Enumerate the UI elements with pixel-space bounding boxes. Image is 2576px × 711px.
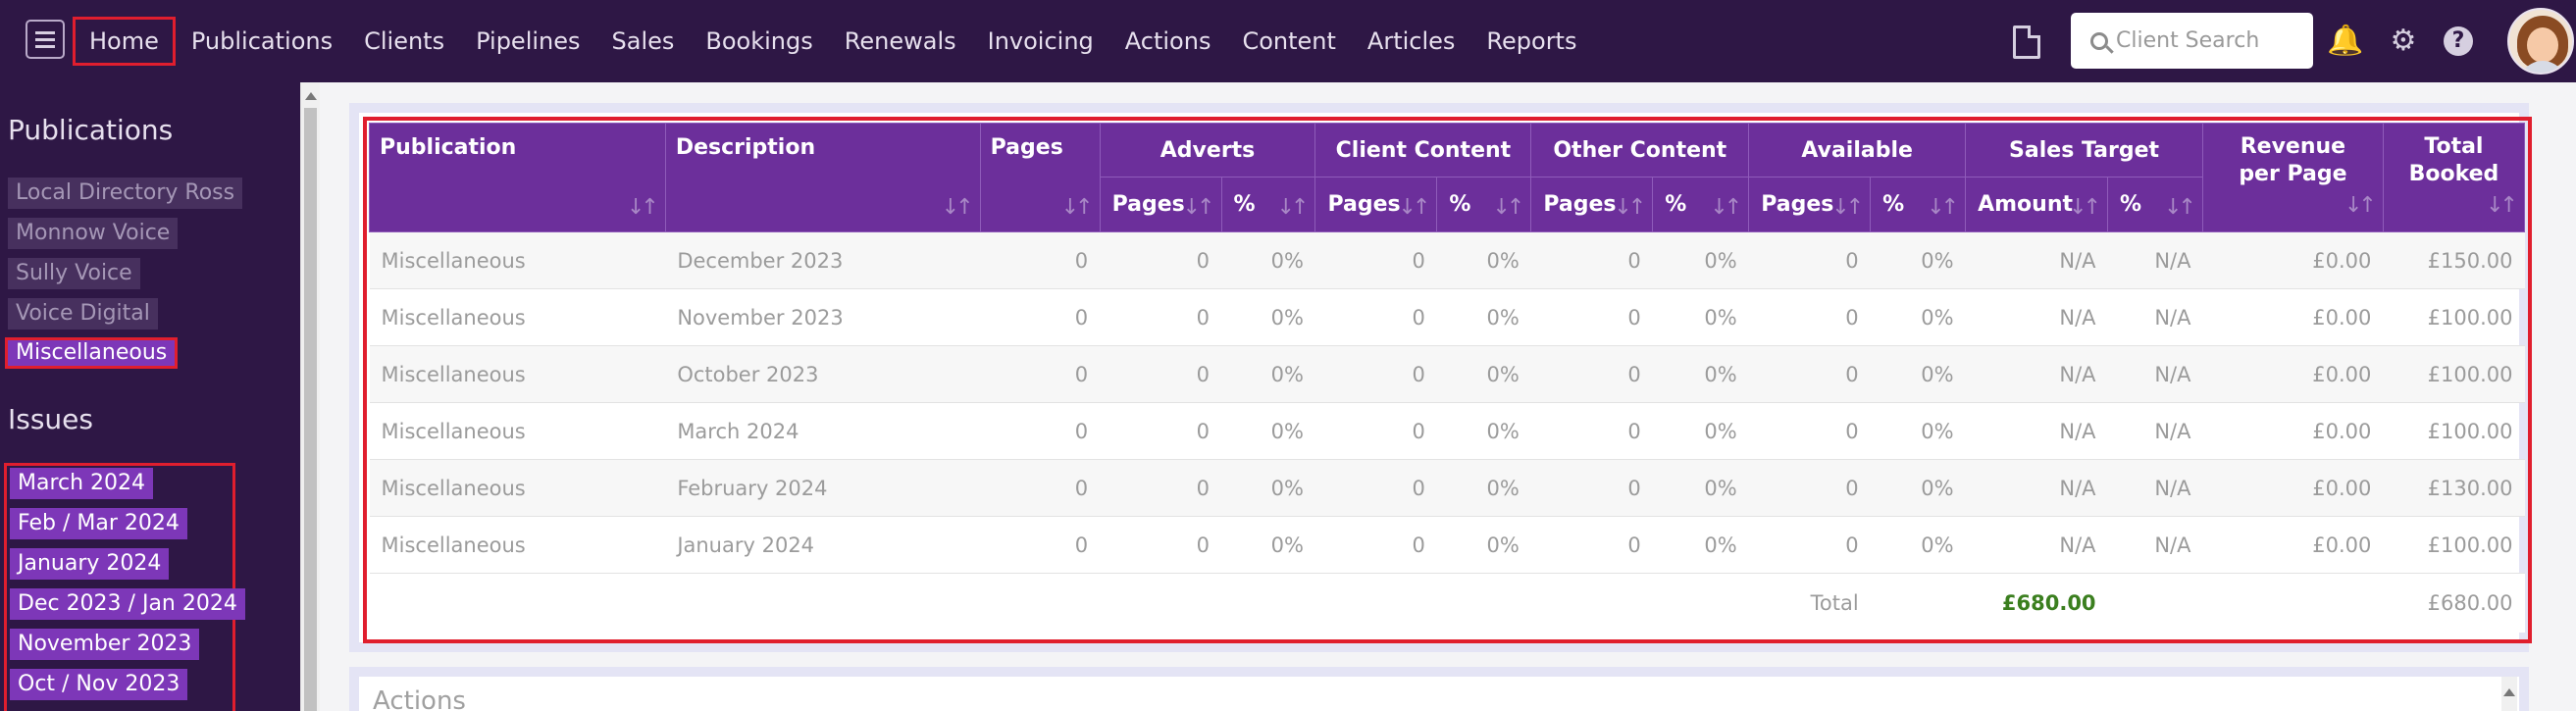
- table-highlight-frame: [363, 117, 2532, 643]
- nav-articles[interactable]: Articles: [1352, 17, 1471, 66]
- nav-sales[interactable]: Sales: [596, 17, 691, 66]
- nav-reports[interactable]: Reports: [1470, 17, 1592, 66]
- question-circle-icon[interactable]: ?: [2444, 26, 2473, 56]
- nav-clients[interactable]: Clients: [348, 17, 460, 66]
- publication-voice-digital[interactable]: Voice Digital: [8, 298, 158, 330]
- issue-march-2024[interactable]: March 2024: [10, 468, 154, 499]
- nav-bookings[interactable]: Bookings: [690, 17, 828, 66]
- scroll-up-arrow-icon[interactable]: [305, 92, 317, 100]
- user-avatar[interactable]: [2507, 8, 2574, 75]
- publication-sully-voice[interactable]: Sully Voice: [8, 258, 140, 289]
- hamburger-menu-icon[interactable]: [26, 20, 65, 59]
- issue-dec-2023-jan-2024[interactable]: Dec 2023 / Jan 2024: [10, 588, 245, 620]
- nav-pipelines[interactable]: Pipelines: [460, 17, 595, 66]
- sidebar-scrollbar[interactable]: [300, 82, 320, 711]
- publications-heading: Publications: [8, 114, 174, 146]
- gear-icon[interactable]: ⚙: [2386, 24, 2421, 59]
- client-search-input[interactable]: [2116, 28, 2302, 53]
- issue-oct-nov-2023[interactable]: Oct / Nov 2023: [10, 669, 188, 700]
- scroll-up-arrow-icon[interactable]: [2503, 688, 2515, 696]
- publication-local-directory-ross[interactable]: Local Directory Ross: [8, 178, 243, 209]
- client-search: [2071, 13, 2313, 69]
- issues-heading: Issues: [8, 403, 93, 435]
- issue-january-2024[interactable]: January 2024: [10, 548, 170, 580]
- scrollbar-thumb[interactable]: [304, 108, 317, 711]
- actions-scrollbar[interactable]: [2501, 677, 2517, 711]
- nav-home[interactable]: Home: [73, 17, 176, 66]
- actions-panel: Actions: [349, 667, 2529, 711]
- issue-november-2023[interactable]: November 2023: [10, 629, 200, 660]
- document-image-icon[interactable]: [2013, 25, 2040, 59]
- nav-content[interactable]: Content: [1226, 17, 1351, 66]
- top-nav: Home Publications Clients Pipelines Sale…: [0, 0, 2576, 82]
- nav-invoicing[interactable]: Invoicing: [972, 17, 1109, 66]
- search-icon: [2090, 31, 2108, 50]
- publication-monnow-voice[interactable]: Monnow Voice: [8, 218, 179, 249]
- actions-title: Actions: [373, 686, 466, 711]
- bell-icon[interactable]: 🔔: [2327, 24, 2363, 59]
- nav-publications[interactable]: Publications: [176, 17, 348, 66]
- publication-miscellaneous[interactable]: Miscellaneous: [5, 337, 179, 369]
- issue-feb-mar-2024[interactable]: Feb / Mar 2024: [10, 508, 187, 539]
- nav-renewals[interactable]: Renewals: [829, 17, 972, 66]
- nav-actions[interactable]: Actions: [1109, 17, 1227, 66]
- main-nav-links: Home Publications Clients Pipelines Sale…: [73, 17, 1592, 66]
